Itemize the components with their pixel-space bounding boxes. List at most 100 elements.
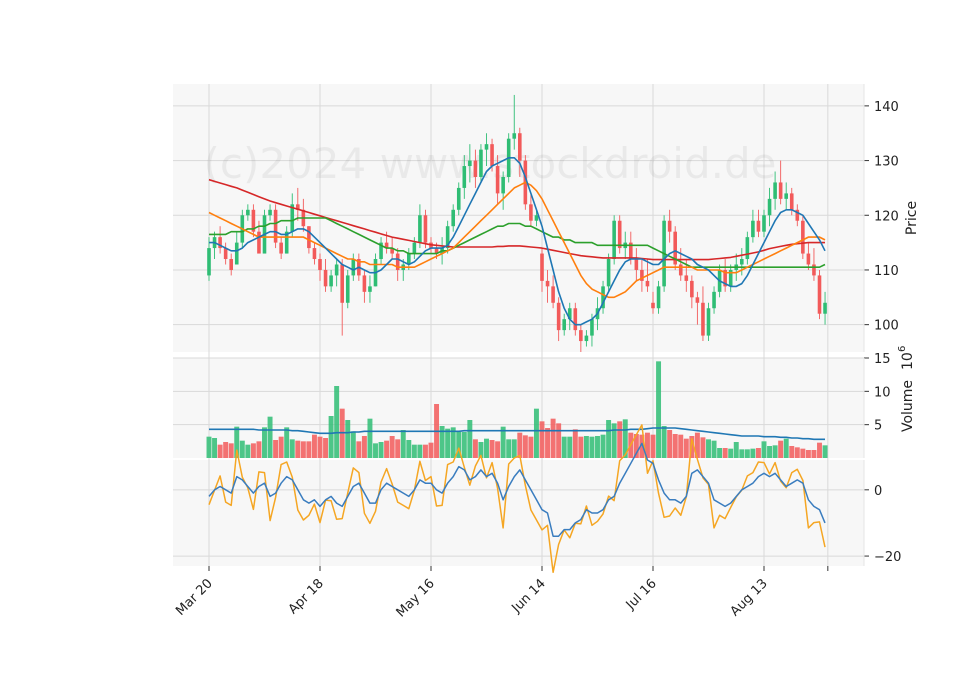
volume-tick-label: 15 (874, 352, 891, 367)
volume-bar (267, 416, 273, 458)
volume-bar (311, 434, 317, 458)
candle-body (545, 280, 550, 287)
chart-figure: (c)2024 www.stockdroid.de Mar 20 Apr 18 Ma… (0, 0, 960, 690)
volume-bar (422, 444, 428, 458)
volume-bar (367, 418, 373, 458)
candle-body (512, 133, 517, 139)
candle-body (695, 297, 700, 303)
volume-axis-exponent: 10 (900, 352, 916, 370)
volume-bar (317, 436, 323, 458)
candle-body (745, 237, 750, 260)
candle-body (684, 275, 689, 281)
volume-bar (506, 439, 512, 458)
volume-bar (328, 416, 334, 458)
candle-body (495, 166, 500, 194)
volume-bar (617, 421, 623, 458)
candle-body (246, 209, 250, 216)
volume-bar (817, 442, 822, 458)
volume-bar (484, 438, 489, 458)
candle-body (701, 302, 705, 336)
volume-bar (706, 439, 711, 458)
candle-body (207, 248, 211, 276)
candle-body (762, 215, 766, 232)
volume-bar (389, 436, 395, 458)
volume-bar (467, 420, 473, 458)
candle-body (518, 133, 522, 161)
price-tick-label: 140 (874, 100, 899, 115)
candle-body (423, 215, 428, 243)
volume-bar (495, 441, 501, 458)
candle-body (407, 253, 411, 265)
volume-bar (228, 443, 234, 458)
volume-bar (306, 441, 312, 458)
volume-bar (822, 445, 828, 458)
volume-bar (595, 436, 600, 458)
candle-body (534, 215, 539, 221)
volume-bar (406, 440, 412, 458)
candle-body (551, 286, 555, 303)
volume-bar (678, 434, 684, 458)
volume-bar (212, 438, 218, 458)
candle-body (312, 248, 317, 260)
volume-bar (284, 427, 290, 458)
volume-bar (611, 423, 617, 458)
volume-bar (683, 438, 689, 458)
candle-body (612, 220, 616, 260)
volume-bar (262, 427, 267, 458)
price-tick-label: 120 (874, 209, 899, 224)
candle-body (651, 302, 655, 309)
candle-body (823, 302, 827, 314)
candle-body (801, 220, 805, 254)
candle-body (573, 308, 578, 331)
candle-body (706, 308, 711, 336)
candle-body (368, 286, 372, 292)
volume-bar (667, 430, 673, 458)
volume-bar (556, 423, 562, 458)
volume-bar (772, 445, 778, 458)
volume-bar (650, 434, 656, 458)
candle-body (484, 144, 489, 150)
candle-body (329, 275, 333, 287)
candle-body (351, 259, 356, 276)
watermark-text: (c)2024 www.stockdroid.de (204, 139, 777, 188)
candle-body (789, 193, 794, 210)
candle-body (451, 209, 455, 227)
candle-body (540, 253, 544, 281)
volume-bar (711, 440, 717, 458)
candle-body (501, 176, 505, 194)
candle-body (656, 286, 661, 309)
volume-bar (739, 449, 745, 458)
volume-bar (656, 361, 662, 458)
candle-body (806, 253, 811, 265)
volume-bar (744, 449, 750, 458)
volume-bar (356, 441, 362, 458)
volume-bar (794, 447, 800, 458)
candle-body (778, 182, 783, 199)
candle-body (606, 259, 611, 287)
price-tick-label: 100 (874, 319, 899, 334)
volume-tick-label: 10 (874, 385, 891, 400)
candle-body (462, 166, 467, 188)
candle-body (590, 319, 594, 336)
candle-body (268, 209, 272, 216)
candle-body (751, 220, 755, 238)
volume-bar (550, 418, 556, 458)
candle-body (279, 242, 283, 254)
candle-body (418, 215, 422, 243)
candle-body (579, 330, 583, 342)
volume-bar (273, 440, 279, 458)
volume-bar (533, 408, 539, 458)
candle-body (584, 335, 589, 342)
volume-bar (373, 443, 378, 458)
candle-body (323, 269, 328, 287)
volume-bar (789, 446, 795, 458)
volume-bar (378, 442, 384, 458)
candle-body (784, 193, 788, 199)
volume-bar (250, 443, 256, 458)
volume-axis-title: Volume (900, 380, 916, 432)
volume-bar (345, 420, 351, 458)
volume-bar (361, 436, 367, 458)
volume-bar (522, 435, 528, 458)
volume-bar (700, 437, 706, 458)
volume-bar (517, 432, 523, 458)
